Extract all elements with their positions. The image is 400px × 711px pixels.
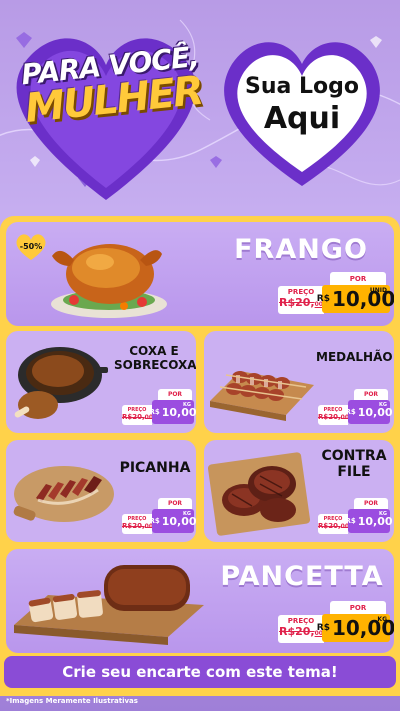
old-price-value: R$20,00 [122, 413, 153, 421]
currency: R$ [149, 517, 160, 525]
old-price: PREÇO R$20,00 [122, 514, 153, 534]
product-card-contrafile[interactable]: CONTRA FILE PREÇO R$20,00 POR R$ 10,00 K… [204, 440, 394, 542]
price-unit: KG [379, 511, 387, 517]
price-value: 10,00 [357, 405, 393, 419]
discount-text: -50% [19, 241, 43, 251]
currency: R$ [316, 294, 330, 304]
old-price-main: R$20, [318, 413, 341, 421]
old-price-main: R$20, [318, 522, 341, 530]
new-price: R$ 10,00 KG [149, 509, 196, 533]
product-card-medalhao[interactable]: MEDALHÃO PREÇO R$20,00 POR R$ 10,00 KG [204, 331, 394, 433]
new-price: R$ 10,00 KG [345, 509, 393, 533]
sliced-picanha-image [13, 466, 114, 522]
price-tag: PREÇO R$20,00 POR R$ 10,00 UNID [278, 272, 394, 314]
new-price: R$ 10,00 KG [149, 400, 196, 424]
product-name-line1: COXA E [129, 344, 179, 358]
product-name-line1: CONTRA [321, 448, 387, 464]
currency: R$ [316, 623, 330, 633]
product-name: MEDALHÃO [316, 350, 393, 364]
price-tag: PREÇO R$20,00 POR R$ 10,00 KG [278, 601, 394, 643]
product-name-line2: SOBRECOXA [114, 357, 196, 372]
por-label: POR [330, 272, 386, 286]
old-price-main: R$20, [122, 413, 145, 421]
flyer-page: PARA VOCÊ, MULHER Sua Logo Aqui -50% FRA… [0, 0, 400, 711]
product-name: FRANGO [234, 234, 368, 265]
product-name-line2: FILE [337, 464, 371, 481]
price-unit: KG [377, 616, 387, 623]
old-price: PREÇO R$20,00 [318, 405, 349, 425]
cta-banner[interactable]: Crie seu encarte com este tema! [4, 656, 396, 688]
chicken-leg-image [14, 347, 108, 419]
price-tag: PREÇO R$20,00 POR R$ 10,00 KG [318, 498, 393, 534]
por-label: POR [330, 601, 386, 615]
product-card-picanha[interactable]: PICANHA PREÇO R$20,00 POR R$ 10,00 KG [6, 440, 196, 542]
old-price: PREÇO R$20,00 [122, 405, 153, 425]
price-tag: PREÇO R$20,00 POR R$ 10,00 KG [122, 498, 196, 534]
old-price-main: R$20, [122, 522, 145, 530]
logo-placeholder: Sua Logo Aqui [214, 74, 390, 136]
old-price-value: R$20,00 [318, 522, 349, 530]
price-value: 10,00 [357, 514, 393, 528]
product-card-pancetta[interactable]: PANCETTA PREÇO R$20,00 POR R$ 10,00 KG [6, 549, 394, 653]
roast-chicken-image [51, 244, 167, 318]
new-price: R$ 10,00 KG [345, 400, 393, 424]
medallion-skewers-image [210, 371, 314, 421]
price-unit: KG [183, 511, 191, 517]
old-price: PREÇO R$20,00 [318, 514, 349, 534]
pancetta-board-image [14, 565, 204, 645]
new-price: R$ 10,00 KG [317, 614, 394, 642]
logo-line1: Sua Logo [244, 74, 359, 99]
promo-title: PARA VOCÊ, MULHER [19, 40, 205, 132]
currency: R$ [345, 517, 356, 525]
product-card-coxa[interactable]: COXA E SOBRECOXA PREÇO R$20,00 POR R$ 10… [6, 331, 196, 433]
new-price: R$ 10,00 UNID [317, 285, 394, 313]
price-tag: PREÇO R$20,00 POR R$ 10,00 KG [318, 389, 393, 425]
price-unit: UNID [369, 287, 387, 294]
old-price-value: R$20,00 [318, 413, 349, 421]
steaks-image [207, 452, 311, 536]
product-name: PICANHA [119, 460, 191, 476]
old-price-main: R$20, [279, 625, 315, 638]
logo-line2: Aqui [263, 101, 341, 136]
product-name: COXA E SOBRECOXA [114, 344, 196, 373]
disclaimer-text: *Imagens Meramente Ilustrativas [6, 697, 138, 705]
price-unit: KG [183, 402, 191, 408]
product-card-frango[interactable]: -50% FRANGO PREÇO R$20,00 POR R$ 10,00 U… [6, 222, 394, 326]
discount-badge: -50% [14, 232, 48, 262]
currency: R$ [345, 408, 356, 416]
product-name: CONTRA FILE [314, 448, 394, 480]
price-unit: KG [379, 402, 387, 408]
flyer-header: PARA VOCÊ, MULHER Sua Logo Aqui [0, 0, 400, 210]
old-price-value: R$20,00 [122, 522, 153, 530]
product-name: PANCETTA [220, 561, 384, 592]
currency: R$ [149, 408, 160, 416]
old-price-main: R$20, [279, 296, 315, 309]
price-tag: PREÇO R$20,00 POR R$ 10,00 KG [122, 389, 196, 425]
